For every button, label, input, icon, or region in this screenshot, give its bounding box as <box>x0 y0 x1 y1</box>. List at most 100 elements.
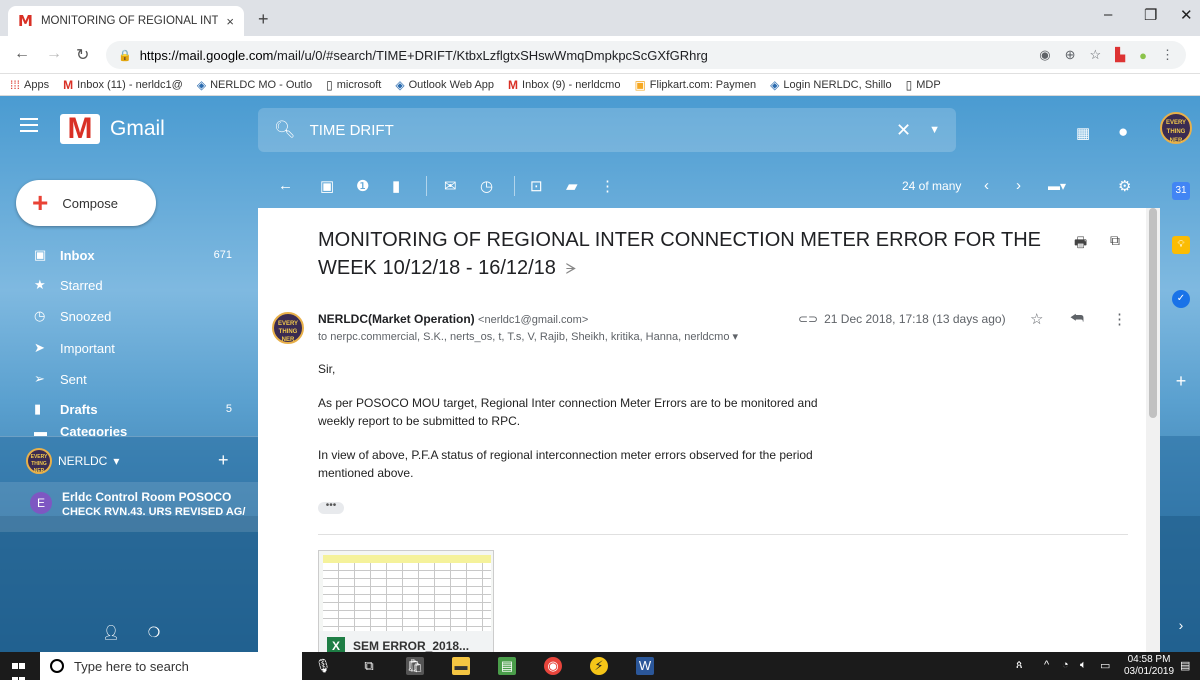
bookmark-mdp[interactable]: ▯ MDP <box>906 78 941 92</box>
eye-icon[interactable]: ◉ <box>1039 47 1050 63</box>
hangouts-account[interactable]: EVERY THING NER NERLDC ▾ <box>26 448 119 474</box>
mail-search-input[interactable]: 🔍︎ TIME DRIFT ✕ ▼ <box>258 108 956 152</box>
bookmark-outlook-web-app[interactable]: ◈ Outlook Web App <box>395 78 494 92</box>
open-new-window-icon[interactable]: ⧉ <box>1110 232 1120 249</box>
back-arrow-icon[interactable]: ← <box>14 45 30 63</box>
star-icon: ★ <box>34 277 46 292</box>
profile-extension-icon[interactable]: ● <box>1139 48 1147 63</box>
reply-icon[interactable]: ⮪ <box>1070 310 1084 327</box>
taskbar-clock[interactable]: 04:58 PM 03/01/2019 <box>1124 654 1174 678</box>
browser-menu-icon[interactable]: ⋮ <box>1161 47 1174 63</box>
pdf-extension-icon[interactable]: ▙ <box>1115 47 1125 63</box>
scrollbar-thumb[interactable] <box>1149 208 1157 418</box>
search-query[interactable]: TIME DRIFT <box>310 122 896 139</box>
contacts-icon[interactable]: 👤︎ <box>102 624 120 641</box>
chat-bubble-icon[interactable]: ❍ <box>148 624 161 641</box>
account-avatar[interactable]: EVERY THING NER <box>1160 112 1192 144</box>
task-view-icon[interactable]: ⧉ <box>360 657 378 675</box>
sidebar-item-drafts[interactable]: ▮ Drafts 5 <box>0 394 242 424</box>
bookmark-flipkart[interactable]: ▣ Flipkart.com: Paymen <box>634 78 756 92</box>
add-chat-icon[interactable]: + <box>218 450 229 471</box>
notifications-icon[interactable]: ● <box>1118 122 1128 142</box>
browser-tab[interactable]: M MONITORING OF REGIONAL INT × <box>8 6 244 36</box>
delete-icon[interactable]: ▮ <box>392 177 400 195</box>
sidebar-item-important[interactable]: ➤ Important <box>0 333 242 363</box>
windows-start-icon[interactable] <box>12 659 26 680</box>
bookmark-nerldc-mo[interactable]: ◈ NERLDC MO - Outlo <box>197 78 312 92</box>
tray-chevron-icon[interactable]: ^ <box>1044 659 1049 671</box>
search-options-icon[interactable]: ▼ <box>929 124 940 136</box>
input-tools-icon[interactable]: ▬▾ <box>1048 179 1066 193</box>
back-to-search-icon[interactable]: ← <box>278 177 293 194</box>
report-spam-icon[interactable]: ❶ <box>356 177 369 195</box>
microphone-icon[interactable]: 🎙︎ <box>314 657 332 675</box>
app-icon[interactable]: ⚡︎ <box>590 657 608 675</box>
sidebar-item-categories[interactable]: ▬ Categories <box>0 424 242 436</box>
bookmark-apps[interactable]: ⁞⁞⁞ Apps <box>10 78 49 92</box>
action-center-icon[interactable]: ▤ <box>1180 659 1190 672</box>
recipients-line[interactable]: to nerpc.commercial, S.K., nerts_os, t, … <box>318 330 738 343</box>
get-addons-icon[interactable]: + <box>1172 372 1190 390</box>
tab-close-icon[interactable]: × <box>226 14 234 29</box>
people-icon[interactable]: ጰ <box>1016 659 1023 672</box>
clear-search-icon[interactable]: ✕ <box>896 120 911 141</box>
chrome-icon[interactable]: ◉ <box>544 657 562 675</box>
main-menu-icon[interactable] <box>20 118 38 132</box>
bookmark-microsoft[interactable]: ▯ microsoft <box>326 78 381 92</box>
file-explorer-icon[interactable]: ▬ <box>452 657 470 675</box>
tasks-icon[interactable]: ✓ <box>1172 290 1190 308</box>
snooze-icon[interactable]: ◷ <box>480 177 493 195</box>
new-tab-button[interactable]: + <box>258 9 269 30</box>
message-scrollbar[interactable] <box>1146 208 1160 652</box>
network-icon[interactable]: ◔ <box>1062 659 1069 671</box>
star-message-icon[interactable]: ☆ <box>1030 310 1043 328</box>
older-chevron-icon[interactable]: › <box>1016 177 1021 194</box>
minimize-icon[interactable]: – <box>1104 6 1112 23</box>
sidebar-item-sent[interactable]: ➢ Sent <box>0 364 242 394</box>
battery-icon[interactable]: ▭ <box>1100 659 1110 672</box>
settings-gear-icon[interactable]: ⚙ <box>1118 177 1131 195</box>
print-icon[interactable]: 🖶︎ <box>1074 232 1087 256</box>
volume-icon[interactable]: 🔈︎ <box>1080 659 1087 672</box>
more-options-icon[interactable]: ⋮ <box>600 177 615 195</box>
mark-unread-icon[interactable]: ✉ <box>444 177 457 195</box>
show-trimmed-content-button[interactable]: ••• <box>318 501 344 514</box>
word-icon[interactable]: W <box>636 657 654 675</box>
greeting-text: Sir, <box>318 362 336 376</box>
bookmark-inbox-nerldc1[interactable]: M Inbox (11) - nerldc1@ <box>63 78 183 92</box>
forward-arrow-icon[interactable]: → <box>46 45 62 63</box>
bookmark-login-nerldc[interactable]: ◈ Login NERLDC, Shillo <box>770 78 891 92</box>
send-icon: ➢ <box>34 371 45 386</box>
sidebar-item-starred[interactable]: ★ Starred <box>0 270 242 300</box>
url-bar[interactable]: 🔒 https://mail.google.com/mail/u/0/#sear… <box>106 41 1186 69</box>
store-icon[interactable]: 🛍︎ <box>406 657 424 675</box>
move-to-icon[interactable]: ⊡ <box>530 177 543 195</box>
window-close-icon[interactable]: ✕ <box>1180 6 1193 24</box>
calendar-icon[interactable]: 31 <box>1172 182 1190 200</box>
message-more-icon[interactable]: ⋮ <box>1112 310 1127 328</box>
keep-icon[interactable]: 💡︎ <box>1172 236 1190 254</box>
reload-icon[interactable]: ↻ <box>76 45 89 65</box>
important-marker-icon[interactable]: ᗒ <box>562 261 577 278</box>
bookmark-star-icon[interactable]: ☆ <box>1089 47 1101 63</box>
newer-chevron-icon[interactable]: ‹ <box>984 177 989 194</box>
taskbar-search-box[interactable]: Type here to search <box>40 652 302 680</box>
search-icon[interactable]: 🔍︎ <box>274 120 296 140</box>
chat-item[interactable]: E Erldc Control Room POSOCO CHECK RVN.43… <box>0 482 258 532</box>
zoom-icon[interactable]: ⊕ <box>1065 47 1076 63</box>
sidebar-item-snoozed[interactable]: ◷ Snoozed <box>0 301 242 331</box>
chevron-down-icon: ▾ <box>113 454 120 468</box>
labels-icon[interactable]: ▰ <box>566 177 578 195</box>
sidebar-item-inbox[interactable]: ▣ Inbox 671 <box>0 240 242 270</box>
archive-icon[interactable]: ▣ <box>320 177 334 195</box>
attachment-card[interactable]: X SEM ERROR_2018... <box>318 550 494 652</box>
excel-app-icon[interactable]: ▤ <box>498 657 516 675</box>
restore-icon[interactable]: ❐ <box>1144 6 1157 24</box>
outlook-icon: ◈ <box>770 77 780 92</box>
hide-side-panel-icon[interactable]: › <box>1172 616 1190 634</box>
bookmark-inbox-nerldcmo[interactable]: M Inbox (9) - nerldcmo <box>508 78 620 92</box>
gmail-logo[interactable]: M Gmail <box>60 114 165 144</box>
google-apps-icon[interactable]: ▦ <box>1076 124 1090 142</box>
compose-button[interactable]: + Compose <box>16 180 156 226</box>
recipients-dropdown-icon[interactable]: ▾ <box>733 331 739 343</box>
